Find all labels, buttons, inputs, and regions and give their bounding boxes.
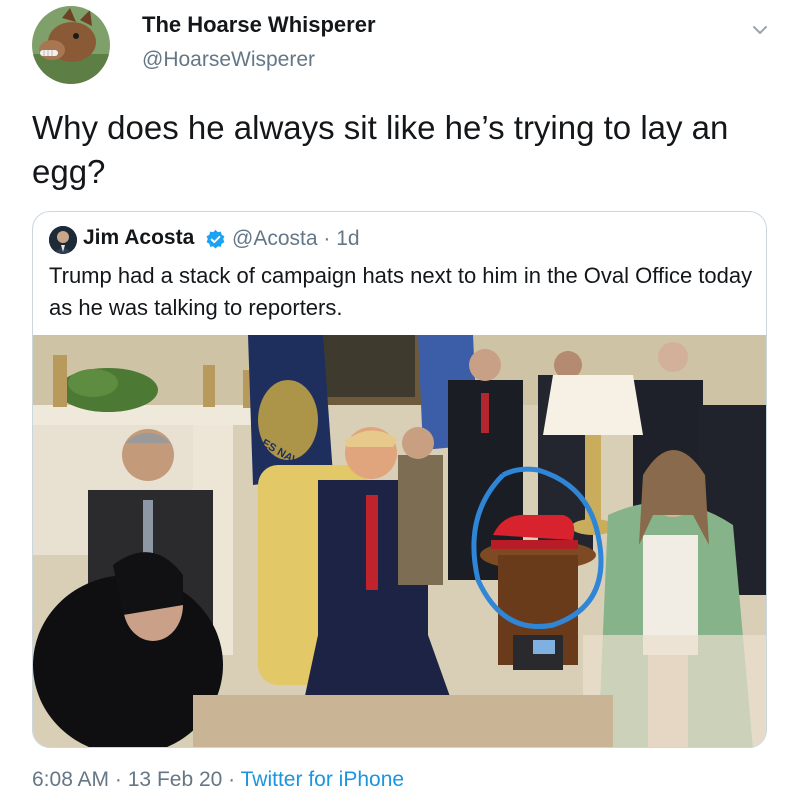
- tweet: The Hoarse Whisperer @HoarseWisperer Why…: [0, 0, 800, 800]
- tweet-text: Why does he always sit like he’s trying …: [32, 109, 729, 190]
- verified-badge-icon: [205, 229, 226, 250]
- author-handle[interactable]: @HoarseWisperer: [142, 48, 315, 72]
- tweet-time: 6:08 AM: [32, 768, 110, 791]
- tweet-date: 13 Feb 20: [127, 768, 223, 791]
- quoted-author-handle[interactable]: @Acosta · 1d: [232, 227, 360, 251]
- quoted-tweet-text: Trump had a stack of campaign hats next …: [49, 263, 753, 320]
- quoted-handle[interactable]: @Acosta: [232, 227, 318, 250]
- quoted-author-avatar[interactable]: [49, 226, 77, 254]
- quoted-photo[interactable]: ES NAVY: [33, 335, 766, 747]
- meta-separator: ·: [114, 768, 122, 791]
- chevron-down-icon[interactable]: [748, 18, 772, 42]
- quoted-age[interactable]: · 1d: [323, 227, 359, 250]
- quoted-author-name[interactable]: Jim Acosta: [83, 226, 194, 250]
- horse-avatar-icon[interactable]: [32, 6, 110, 84]
- quoted-tweet-card[interactable]: Jim Acosta @Acosta · 1d Trump had a stac…: [32, 211, 767, 748]
- meta-separator: ·: [228, 768, 236, 791]
- author-name[interactable]: The Hoarse Whisperer: [142, 12, 376, 38]
- tweet-timestamp: 6:08 AM · 13 Feb 20 · Twitter for iPhone: [32, 768, 404, 792]
- tweet-source-link[interactable]: Twitter for iPhone: [241, 768, 404, 791]
